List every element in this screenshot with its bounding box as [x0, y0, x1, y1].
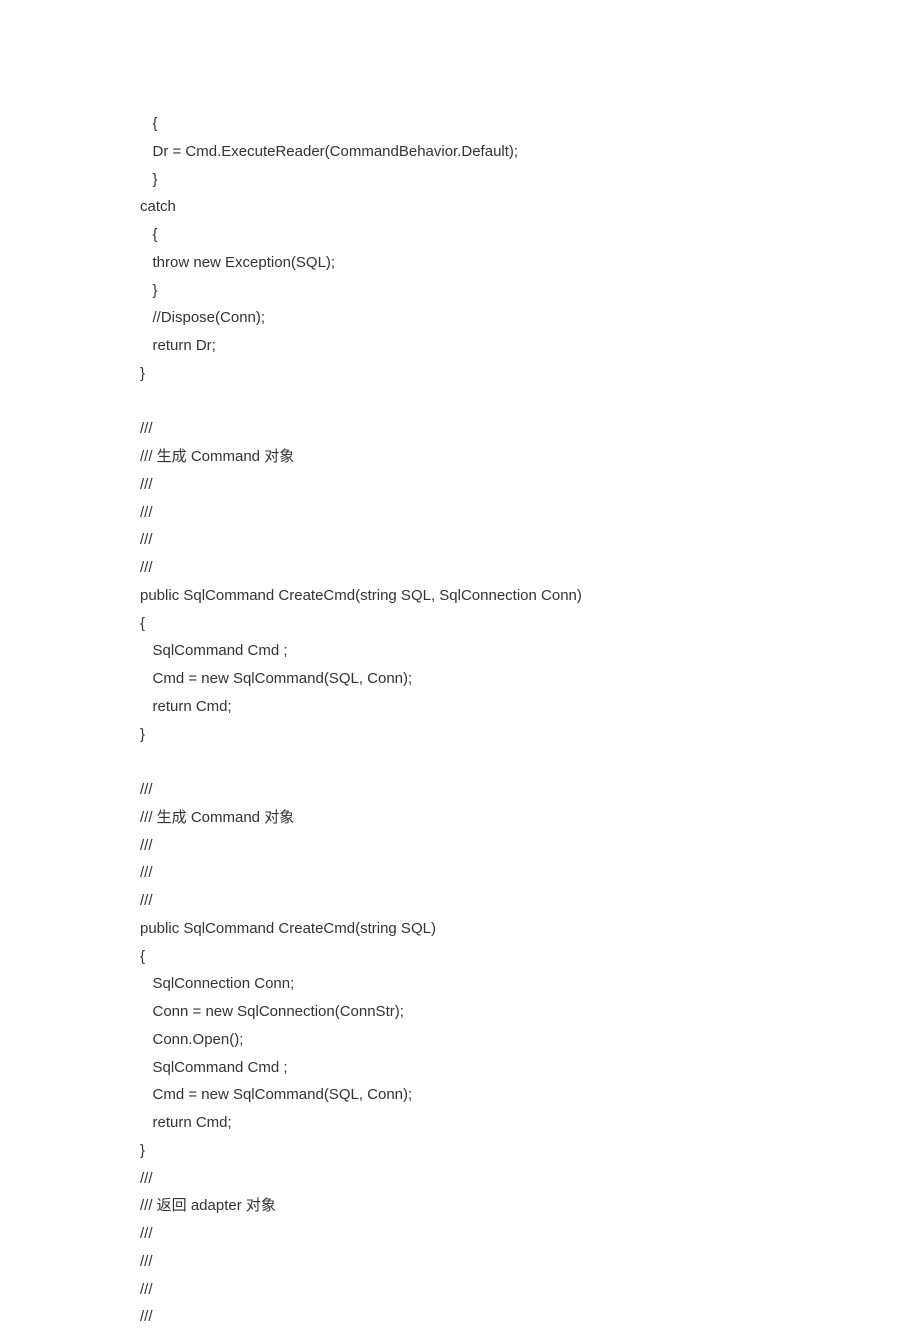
- code-content: { Dr = Cmd.ExecuteReader(CommandBehavior…: [140, 110, 920, 1331]
